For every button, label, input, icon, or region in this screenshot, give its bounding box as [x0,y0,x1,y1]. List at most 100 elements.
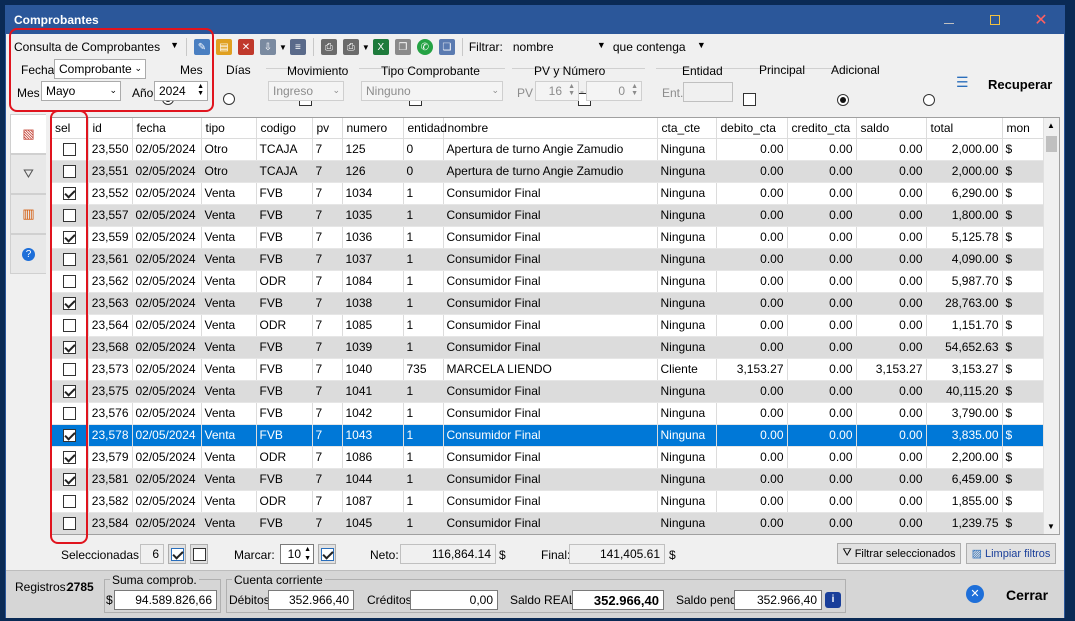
check-all-button[interactable] [168,544,186,564]
cell-cta-cte: Ninguna [657,512,717,534]
print-icon[interactable]: ⎙ [320,39,337,55]
export-icon[interactable]: ⇩ [260,39,276,55]
whatsapp-icon[interactable]: ✆ [416,39,433,55]
filter-field-select[interactable]: nombre ▼ [509,37,609,57]
column-header-fecha[interactable]: fecha [132,118,202,139]
table-row[interactable]: 23,578 02/05/2024 Venta FVB 7 1043 1 Consumidor… [51,424,1046,447]
recuperar-button[interactable]: Recuperar [988,77,1052,92]
cell-numero: 1041 [342,380,404,403]
table-row[interactable]: 23,576 02/05/2024 Venta FVB 7 1042 1 Consumidor… [51,402,1046,425]
marcar-apply-button[interactable] [318,544,336,564]
column-header-credito-cta[interactable]: credito_cta [787,118,857,139]
tab-documentos[interactable]: ▧ [10,114,46,154]
table-row[interactable]: 23,582 02/05/2024 Venta ODR 7 1087 1 Consumidor… [51,490,1046,513]
cell-saldo: 0.00 [856,204,927,227]
pv-stepper[interactable]: 16 ▲ ▼ [535,81,579,101]
column-header-entidad[interactable]: entidad [403,118,447,139]
open-folder-icon[interactable]: ▤ [216,39,232,55]
cell-fecha: 02/05/2024 [132,490,202,513]
cell-total: 4,090.00 [926,248,1003,271]
principal-radio[interactable] [837,93,850,106]
cell-nombre: Consumidor Final [443,468,658,491]
table-row[interactable]: 23,551 02/05/2024 Otro TCAJA 7 126 0 Apertura d… [51,160,1046,183]
uncheck-all-button[interactable] [190,544,208,564]
info-icon[interactable]: i [825,592,841,608]
highlight-box-sel-column [50,110,88,544]
delete-document-icon[interactable]: ✕ [238,39,254,55]
duplicate-icon[interactable]: ❏ [438,39,455,55]
copy-icon[interactable]: ❐ [394,39,411,55]
column-header-numero[interactable]: numero [342,118,404,139]
column-header-id[interactable]: id [88,118,133,139]
cell-mon: $ [1002,182,1046,205]
excel-icon[interactable]: X [372,39,389,55]
ent-input[interactable] [683,82,733,102]
scroll-down-icon[interactable]: ▼ [1047,522,1055,531]
column-header-debito-cta[interactable]: debito_cta [716,118,788,139]
filter-op-select[interactable]: que contenga ▼ [609,37,709,57]
column-header-total[interactable]: total [926,118,1003,139]
cell-id: 23,551 [88,160,133,183]
minimize-button[interactable] [926,6,972,34]
movimiento-select[interactable]: Ingreso ⌄ [268,81,344,101]
cell-nombre: Consumidor Final [443,314,658,337]
table-row[interactable]: 23,550 02/05/2024 Otro TCAJA 7 125 0 Apertura d… [51,138,1046,161]
cerrar-icon[interactable]: ✕ [966,585,984,603]
scroll-up-icon[interactable]: ▲ [1047,121,1055,130]
column-header-cta-cte[interactable]: cta_cte [657,118,717,139]
cell-mon: $ [1002,424,1046,447]
column-header-codigo[interactable]: codigo [256,118,313,139]
column-header-saldo[interactable]: saldo [856,118,927,139]
column-header-pv[interactable]: pv [312,118,343,139]
table-row[interactable]: 23,573 02/05/2024 Venta FVB 7 1040 735 MARCELA … [51,358,1046,381]
tab-filtros[interactable]: ⛛ [10,154,46,194]
column-header-nombre[interactable]: nombre [443,118,658,139]
marcar-stepper[interactable]: 10 ▲ ▼ [280,544,314,564]
print-options-icon[interactable]: ⎙ [342,39,359,55]
chevron-down-icon[interactable]: ▼ [362,43,370,52]
cell-debito: 0.00 [716,446,788,469]
cell-entidad: 1 [403,380,444,403]
cell-saldo: 0.00 [856,138,927,161]
report-icon[interactable]: ≡ [289,39,306,55]
column-header-tipo[interactable]: tipo [201,118,257,139]
entidad-checkbox[interactable] [742,93,756,107]
recuperar-icon[interactable]: ☰ [956,74,969,91]
chevron-down-icon[interactable]: ▼ [279,43,287,52]
table-row[interactable]: 23,579 02/05/2024 Venta ODR 7 1086 1 Consumidor… [51,446,1046,469]
seleccionadas-count: 6 [140,544,164,564]
table-row[interactable]: 23,561 02/05/2024 Venta FVB 7 1037 1 Consumidor… [51,248,1046,271]
tab-ayuda[interactable]: ? [10,234,46,274]
table-row[interactable]: 23,564 02/05/2024 Venta ODR 7 1085 1 Consumidor… [51,314,1046,337]
table-row[interactable]: 23,552 02/05/2024 Venta FVB 7 1034 1 Consumidor… [51,182,1046,205]
close-icon: ✕ [1034,12,1048,29]
numero-stepper[interactable]: 0 ▲ ▼ [586,81,642,101]
limpiar-filtros-button[interactable]: ▨ Limpiar filtros [966,543,1056,564]
cell-numero: 126 [342,160,404,183]
table-row[interactable]: 23,584 02/05/2024 Venta FVB 7 1045 1 Consumidor… [51,512,1046,534]
tipo-comp-select[interactable]: Ninguno ⌄ [361,81,503,101]
cell-mon: $ [1002,468,1046,491]
table-row[interactable]: 23,563 02/05/2024 Venta FVB 7 1038 1 Consumidor… [51,292,1046,315]
filtrar-seleccionados-button[interactable]: ⛛ Filtrar seleccionados [837,543,961,564]
cell-total: 54,652.63 [926,336,1003,359]
maximize-button[interactable] [972,6,1018,34]
tab-graficos[interactable]: ▥ [10,194,46,234]
table-row[interactable]: 23,581 02/05/2024 Venta FVB 7 1044 1 Consumidor… [51,468,1046,491]
cell-nombre: Apertura de turno Angie Zamudio [443,160,658,183]
vertical-scrollbar[interactable]: ▲ ▼ [1043,118,1059,534]
cell-cta-cte: Ninguna [657,380,717,403]
dias-radio[interactable] [223,92,236,105]
table-row[interactable]: 23,568 02/05/2024 Venta FVB 7 1039 1 Consumidor… [51,336,1046,359]
cell-mon: $ [1002,248,1046,271]
scroll-thumb[interactable] [1046,136,1057,152]
cell-pv: 7 [312,314,343,337]
adicional-radio[interactable] [923,93,936,106]
table-row[interactable]: 23,562 02/05/2024 Venta ODR 7 1084 1 Consumidor… [51,270,1046,293]
cerrar-button[interactable]: Cerrar [1006,587,1048,603]
close-window-button[interactable]: ✕ [1018,6,1064,34]
table-row[interactable]: 23,559 02/05/2024 Venta FVB 7 1036 1 Consumidor… [51,226,1046,249]
table-row[interactable]: 23,575 02/05/2024 Venta FVB 7 1041 1 Consumidor… [51,380,1046,403]
column-header-mon[interactable]: mon [1002,118,1046,139]
table-row[interactable]: 23,557 02/05/2024 Venta FVB 7 1035 1 Consumidor… [51,204,1046,227]
